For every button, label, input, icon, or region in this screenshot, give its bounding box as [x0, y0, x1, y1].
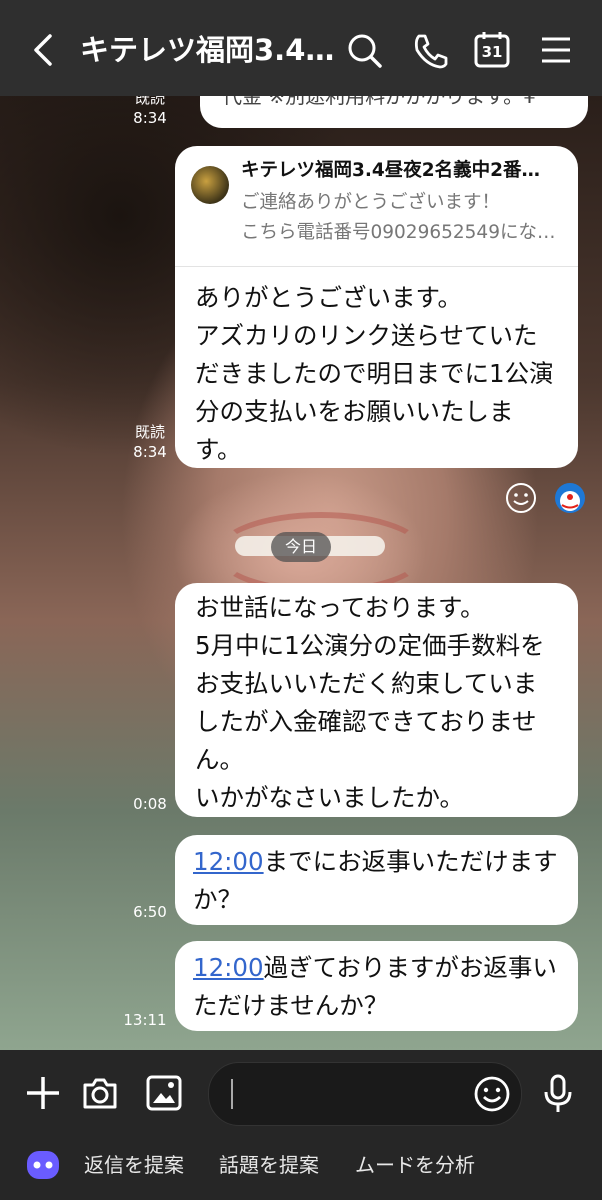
reply-message-bubble[interactable]: キテレツ福岡3.4昼夜2名義中2番… ご連絡ありがとうございます！ こちら電話番…	[175, 146, 578, 468]
time-link[interactable]: 12:00	[193, 847, 264, 876]
camera-icon[interactable]	[80, 1073, 120, 1113]
phone-icon[interactable]	[410, 28, 450, 72]
suggest-reply-button[interactable]: 返信を提案	[84, 1150, 184, 1180]
time-link[interactable]: 12:00	[193, 953, 264, 982]
message-time: 8:34	[133, 109, 167, 127]
search-icon[interactable]	[345, 28, 385, 72]
composer-bar: 返信を提案 話題を提案 ムードを分析	[0, 1050, 602, 1200]
quoted-sender-name: キテレツ福岡3.4昼夜2名義中2番…	[241, 160, 541, 181]
message-text: 12:00過ぎておりますがお返事い ただけませんか？	[193, 953, 557, 1020]
message-text: 12:00までにお返事いただけます か？	[193, 847, 558, 914]
message-time: 13:11	[123, 1011, 167, 1029]
read-receipt: 既読 8:34	[130, 96, 170, 128]
chat-header: キテレツ福岡3.4昼夜2名義中2番… 31	[0, 0, 602, 96]
message-bubble[interactable]: 12:00過ぎておりますがお返事い ただけませんか？	[175, 941, 578, 1031]
chat-background: 代金 ※別途利用料がかかります。¥ 既読 8:34 キテレツ福岡3.4昼夜2名義…	[0, 96, 602, 1050]
add-reaction-icon[interactable]	[505, 482, 537, 514]
calendar-day-label: 31	[481, 43, 503, 61]
message-bubble[interactable]: お世話になっております。 5月中に1公演分の定価手数料を お支払いいただく約束し…	[175, 583, 578, 817]
avatar	[191, 166, 229, 204]
message-input[interactable]	[208, 1062, 522, 1126]
read-receipt: 既読 8:34	[130, 422, 170, 462]
message-time: 0:08	[133, 795, 167, 813]
message-text: 代金 ※別途利用料がかかります。¥	[222, 96, 536, 108]
date-divider: 今日	[271, 532, 331, 562]
quoted-message[interactable]: キテレツ福岡3.4昼夜2名義中2番… ご連絡ありがとうございます！ こちら電話番…	[175, 146, 578, 267]
text-cursor	[231, 1079, 233, 1109]
message-time: 8:34	[133, 443, 167, 461]
back-arrow-icon[interactable]	[28, 30, 60, 70]
message-text: お世話になっております。 5月中に1公演分の定価手数料を お支払いいただく約束し…	[195, 593, 545, 812]
emoji-icon[interactable]	[473, 1075, 511, 1113]
analyze-mood-button[interactable]: ムードを分析	[355, 1150, 475, 1180]
message-bubble[interactable]: 12:00までにお返事いただけます か？	[175, 835, 578, 925]
ai-assistant-icon[interactable]	[24, 1148, 62, 1182]
chat-title[interactable]: キテレツ福岡3.4昼夜2名義中2番…	[80, 28, 340, 72]
message-bubble-partial[interactable]: 代金 ※別途利用料がかかります。¥	[200, 96, 588, 128]
microphone-icon[interactable]	[540, 1072, 576, 1116]
quoted-text-line: ご連絡ありがとうございます！	[241, 192, 501, 213]
suggest-topic-button[interactable]: 話題を提案	[219, 1150, 319, 1180]
sender-sticker-avatar-icon	[555, 483, 585, 513]
menu-icon[interactable]	[536, 28, 576, 72]
image-icon[interactable]	[144, 1073, 184, 1113]
calendar-icon[interactable]: 31	[472, 28, 512, 72]
plus-icon[interactable]	[24, 1074, 62, 1112]
message-text: ありがとうございます。 アズカリのリンク送らせていた だきましたので明日までに1…	[195, 283, 554, 464]
message-time: 6:50	[133, 903, 167, 921]
quoted-text-line: こちら電話番号09029652549にな…	[241, 222, 556, 243]
